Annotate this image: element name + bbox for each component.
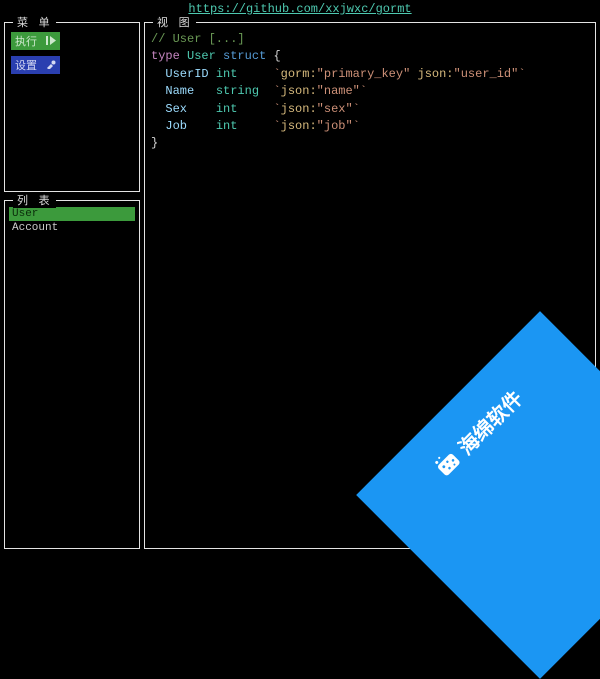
run-button[interactable]: 执行 xyxy=(11,32,60,50)
watermark-text: 海绵软件 xyxy=(451,383,528,460)
list-item[interactable]: User xyxy=(9,207,135,221)
repo-link[interactable]: https://github.com/xxjwxc/gormt xyxy=(188,2,411,16)
settings-button[interactable]: 设置 xyxy=(11,56,60,74)
menu-panel-title: 菜 单 xyxy=(13,14,56,30)
list-item[interactable]: Account xyxy=(9,221,135,235)
code-view: // User [...] type User struct { UserID … xyxy=(151,31,589,153)
table-list: UserAccount xyxy=(9,207,135,235)
menu-panel: 菜 单 执行 设置 xyxy=(4,22,140,192)
view-panel-title: 视 图 xyxy=(153,14,196,30)
sponge-icon xyxy=(429,445,466,482)
settings-button-label: 设置 xyxy=(15,61,37,73)
play-icon xyxy=(46,36,56,49)
tool-icon xyxy=(46,60,56,73)
header-bar: https://github.com/xxjwxc/gormt xyxy=(0,0,600,18)
list-panel-title: 列 表 xyxy=(13,192,56,208)
run-button-label: 执行 xyxy=(15,37,37,49)
list-panel: 列 表 UserAccount xyxy=(4,200,140,549)
left-column: 菜 单 执行 设置 列 表 UserAccou xyxy=(2,20,142,551)
